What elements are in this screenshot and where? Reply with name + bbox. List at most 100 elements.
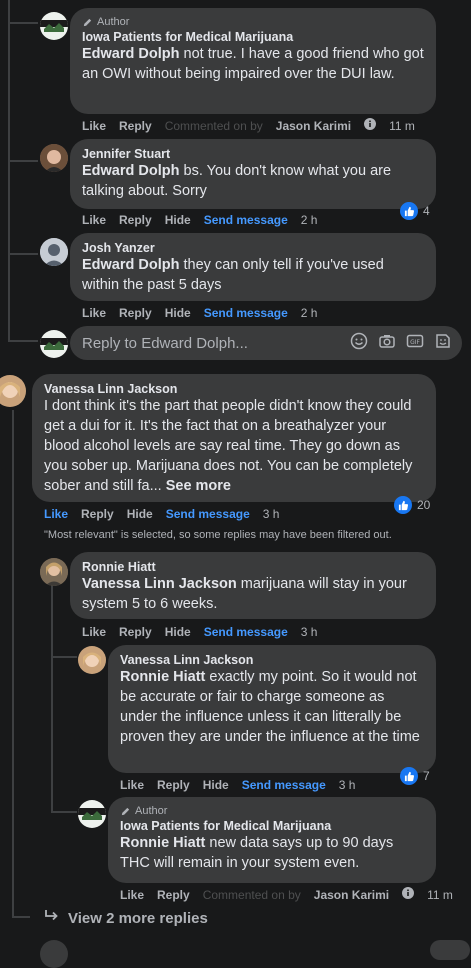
send-message-button[interactable]: Send message (204, 306, 288, 320)
comment-bubble: Author Iowa Patients for Medical Marijua… (70, 8, 436, 114)
reply-input[interactable]: Reply to Edward Dolph... GIF (70, 326, 462, 360)
tagged-name[interactable]: Jason Karimi (276, 119, 351, 133)
timestamp[interactable]: 3 h (263, 507, 280, 521)
like-button[interactable]: Like (120, 778, 144, 792)
hide-button[interactable]: Hide (165, 213, 191, 227)
timestamp[interactable]: 11 m (427, 888, 453, 902)
like-button[interactable]: Like (82, 119, 106, 133)
mention-link[interactable]: Ronnie Hiatt (120, 835, 205, 851)
mention-link[interactable]: Edward Dolph (82, 257, 179, 273)
timestamp[interactable]: 3 h (301, 625, 318, 639)
tagged-name[interactable]: Jason Karimi (314, 888, 389, 902)
mention-link[interactable]: Edward Dolph (82, 46, 179, 62)
mention-link[interactable]: Vanessa Linn Jackson (82, 576, 237, 592)
author-label: Author (135, 805, 168, 817)
comment-author[interactable]: Iowa Patients for Medical Marijuana (120, 819, 424, 833)
comment-bubble: Vanessa Linn Jackson Ronnie Hiatt exactl… (108, 645, 436, 773)
reply-button[interactable]: Reply (81, 507, 114, 521)
avatar[interactable] (40, 558, 68, 586)
comment-bubble: Ronnie Hiatt Vanessa Linn Jackson mariju… (70, 552, 436, 619)
send-message-button[interactable]: Send message (166, 507, 250, 521)
reply-button[interactable]: Reply (119, 625, 152, 639)
reaction-badge[interactable]: 20 (394, 496, 430, 514)
reply-arrow-icon (44, 909, 60, 927)
current-user-avatar (40, 330, 68, 358)
pencil-icon (83, 18, 92, 26)
reaction-count: 4 (423, 204, 430, 218)
thread-line (51, 585, 53, 813)
sticker-icon[interactable] (434, 332, 452, 354)
thumbs-up-icon (394, 496, 412, 514)
comment-author[interactable]: Ronnie Hiatt (82, 560, 424, 574)
comment-author[interactable]: Vanessa Linn Jackson (44, 382, 424, 396)
avatar[interactable] (40, 144, 68, 172)
commented-on-by-label: Commented on by (164, 118, 263, 133)
thread-line (8, 253, 38, 255)
timestamp[interactable]: 3 h (339, 778, 356, 792)
comment-bubble: Jennifer Stuart Edward Dolph bs. You don… (70, 139, 436, 209)
reply-button[interactable]: Reply (119, 306, 152, 320)
commented-on-by-label: Commented on by (202, 887, 301, 902)
view-more-replies-button[interactable]: View 2 more replies (44, 909, 208, 927)
gif-icon[interactable]: GIF (406, 332, 424, 354)
comment-bubble (430, 940, 470, 960)
comment-actions: Like Reply Hide Send message 2 h (82, 213, 317, 227)
comment-text: Vanessa Linn Jackson marijuana will stay… (82, 574, 424, 614)
thread-line (8, 22, 38, 24)
comment-text: Ronnie Hiatt exactly my point. So it wou… (120, 667, 424, 747)
author-label: Author (97, 16, 130, 28)
emoji-icon[interactable] (350, 332, 368, 354)
reply-button[interactable]: Reply (119, 213, 152, 227)
send-message-button[interactable]: Send message (204, 213, 288, 227)
reaction-badge[interactable]: 7 (400, 767, 430, 785)
hide-button[interactable]: Hide (165, 625, 191, 639)
reaction-badge[interactable]: 4 (400, 202, 430, 220)
comment-text: I dont think it's the part that people d… (44, 396, 424, 496)
reply-button[interactable]: Reply (119, 119, 152, 133)
comment-actions: Like Reply Commented on by Jason Karimi … (120, 887, 453, 902)
send-message-button[interactable]: Send message (242, 778, 326, 792)
reaction-count: 7 (423, 769, 430, 783)
comment-actions: Like Reply Hide Send message 3 h (82, 625, 317, 639)
avatar[interactable] (0, 375, 26, 407)
comment-bubble: Author Iowa Patients for Medical Marijua… (108, 797, 436, 883)
camera-icon[interactable] (378, 332, 396, 354)
timestamp[interactable]: 2 h (301, 213, 318, 227)
comment-author[interactable]: Iowa Patients for Medical Marijuana (82, 30, 424, 44)
comment-text: Edward Dolph not true. I have a good fri… (82, 44, 424, 84)
mention-link[interactable]: Ronnie Hiatt (120, 669, 205, 685)
like-button[interactable]: Like (82, 625, 106, 639)
like-button[interactable]: Like (44, 507, 68, 521)
avatar[interactable] (40, 12, 68, 40)
reply-button[interactable]: Reply (157, 778, 190, 792)
svg-text:GIF: GIF (410, 339, 420, 346)
comment-bubble: Josh Yanzer Edward Dolph they can only t… (70, 233, 436, 301)
author-badge: Author (82, 16, 424, 28)
comment-author[interactable]: Vanessa Linn Jackson (120, 653, 424, 667)
reply-tools: GIF (350, 332, 452, 354)
like-button[interactable]: Like (120, 888, 144, 902)
thread-line (51, 656, 77, 658)
reply-button[interactable]: Reply (157, 888, 190, 902)
hide-button[interactable]: Hide (165, 306, 191, 320)
timestamp[interactable]: 11 m (389, 119, 415, 133)
reply-placeholder: Reply to Edward Dolph... (82, 334, 248, 352)
like-button[interactable]: Like (82, 306, 106, 320)
timestamp[interactable]: 2 h (301, 306, 318, 320)
comment-author[interactable]: Jennifer Stuart (82, 147, 424, 161)
hide-button[interactable]: Hide (127, 507, 153, 521)
like-button[interactable]: Like (82, 213, 106, 227)
reaction-count: 20 (417, 498, 431, 512)
avatar[interactable] (78, 800, 106, 828)
view-more-label: View 2 more replies (68, 909, 208, 927)
send-message-button[interactable]: Send message (204, 625, 288, 639)
mention-link[interactable]: Edward Dolph (82, 163, 179, 179)
avatar[interactable] (40, 238, 68, 266)
comment-author[interactable]: Josh Yanzer (82, 241, 424, 255)
info-icon[interactable] (402, 887, 415, 902)
hide-button[interactable]: Hide (203, 778, 229, 792)
comment-actions: Like Reply Hide Send message 2 h (82, 306, 317, 320)
avatar[interactable] (78, 646, 106, 674)
see-more-link[interactable]: See more (166, 478, 231, 494)
info-icon[interactable] (364, 118, 377, 133)
